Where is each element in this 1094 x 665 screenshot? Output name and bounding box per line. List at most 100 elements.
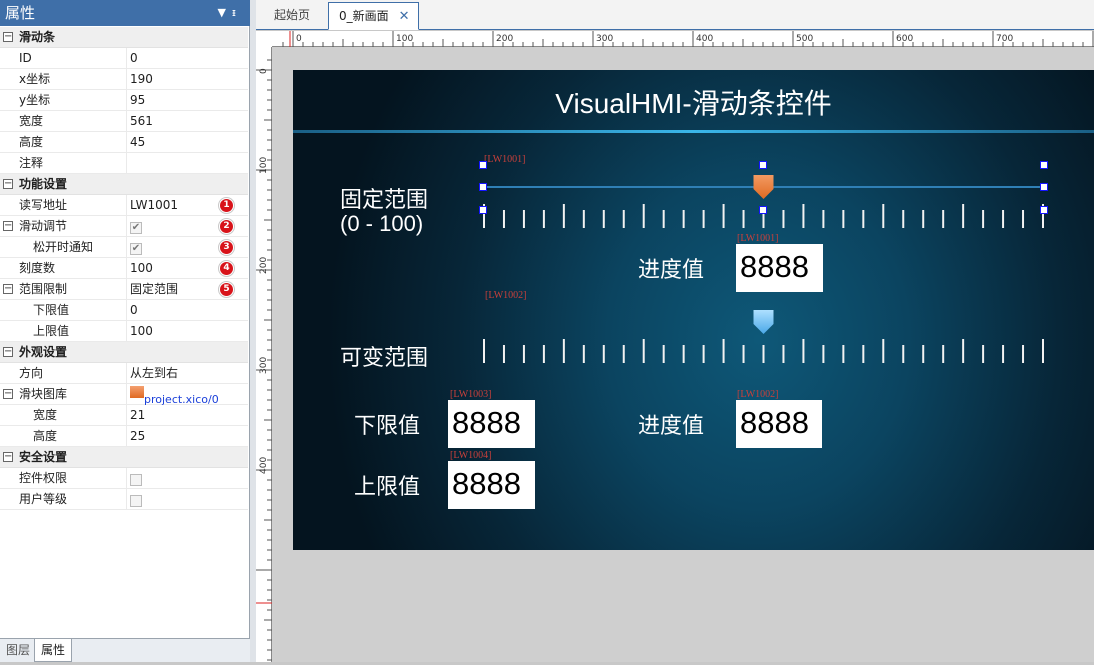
upper-limit-display[interactable]: 8888 — [448, 461, 535, 509]
ruler-label: 400 — [259, 457, 269, 474]
property-row[interactable]: 高度 25 — [0, 426, 248, 447]
number-badge: 5 — [219, 282, 234, 297]
collapse-icon[interactable]: − — [3, 284, 13, 294]
dropdown-icon[interactable]: ▼ — [217, 6, 231, 19]
selection-handle[interactable] — [1040, 161, 1048, 169]
collapse-icon[interactable]: − — [3, 347, 13, 357]
collapse-icon[interactable]: − — [3, 179, 13, 189]
hmi-screen[interactable]: VisualHMI-滑动条控件 [LW1001] 固定范围 (0 - 100) … — [293, 70, 1094, 550]
property-row[interactable]: 用户等级 ✔ — [0, 489, 248, 510]
collapse-icon[interactable]: − — [3, 452, 13, 462]
property-row[interactable]: y坐标 95 — [0, 90, 248, 111]
checkbox[interactable]: ✔ — [130, 222, 142, 234]
property-value-cell[interactable]: 561 — [126, 111, 248, 132]
slider1-label-line2: (0 - 100) — [340, 211, 424, 236]
property-row[interactable]: 刻度数 100 4 — [0, 258, 248, 279]
property-value[interactable]: 21 — [130, 408, 145, 422]
checkbox[interactable]: ✔ — [130, 495, 142, 507]
property-value-cell[interactable]: 从左到右 — [126, 363, 248, 384]
progress2-display[interactable]: 8888 — [736, 400, 822, 448]
property-name: 上限值 — [33, 324, 70, 338]
section-header[interactable]: − 安全设置 — [0, 447, 248, 468]
property-name: 滑块图库 — [19, 387, 68, 401]
close-icon[interactable]: ✕ — [399, 9, 410, 24]
property-row[interactable]: ID 0 — [0, 48, 248, 69]
property-value-cell[interactable]: 21 — [126, 405, 248, 426]
property-value-cell[interactable]: 95 — [126, 90, 248, 111]
selection-handle[interactable] — [479, 183, 487, 191]
property-row[interactable]: 注释 — [0, 153, 248, 174]
collapse-icon[interactable]: − — [3, 389, 13, 399]
property-row[interactable]: 控件权限 ✔ — [0, 468, 248, 489]
property-row[interactable]: 宽度 21 — [0, 405, 248, 426]
number-badge: 3 — [219, 240, 234, 255]
property-value[interactable]: 0 — [130, 51, 138, 65]
ruler-label: 700 — [996, 34, 1013, 44]
property-value[interactable]: 100 — [130, 324, 153, 338]
section-header[interactable]: − 功能设置 — [0, 174, 248, 195]
tab-layers[interactable]: 图层 — [0, 639, 36, 662]
tab-label: 起始页 — [274, 8, 311, 22]
property-row[interactable]: 宽度 561 — [0, 111, 248, 132]
property-row[interactable]: x坐标 190 — [0, 69, 248, 90]
property-value-cell[interactable]: ✔ — [126, 468, 248, 489]
property-value-cell[interactable] — [126, 153, 248, 174]
property-value-cell[interactable]: 190 — [126, 69, 248, 90]
slider-variable-range[interactable] — [478, 305, 1048, 365]
property-value-cell[interactable]: 0 — [126, 300, 248, 321]
property-value-cell[interactable]: 0 — [126, 48, 248, 69]
property-value[interactable]: 25 — [130, 429, 145, 443]
section-header[interactable]: − 外观设置 — [0, 342, 248, 363]
property-row[interactable]: 高度 45 — [0, 132, 248, 153]
tab-start-page[interactable]: 起始页 — [264, 2, 318, 30]
property-value-cell[interactable]: ✔ — [126, 489, 248, 510]
property-value[interactable]: 固定范围 — [130, 282, 178, 296]
ruler-corner — [256, 31, 272, 47]
selection-handle[interactable] — [1040, 183, 1048, 191]
collapse-icon[interactable]: − — [3, 32, 13, 42]
tab-new-screen[interactable]: 0_新画面 ✕ — [328, 2, 419, 30]
ruler-label: 100 — [396, 34, 413, 44]
property-row[interactable]: 下限值 0 — [0, 300, 248, 321]
property-value[interactable]: 190 — [130, 72, 153, 86]
property-value-cell[interactable]: 100 — [126, 321, 248, 342]
selection-handle[interactable] — [759, 161, 767, 169]
property-value[interactable]: 561 — [130, 114, 153, 128]
property-value[interactable]: LW1001 — [130, 198, 178, 212]
property-value[interactable]: 从左到右 — [130, 366, 178, 380]
property-row[interactable]: 方向 从左到右 — [0, 363, 248, 384]
property-row[interactable]: 松开时通知 ✔ 3 — [0, 237, 248, 258]
checkbox[interactable]: ✔ — [130, 474, 142, 486]
property-value-cell[interactable]: project.xico/0 — [126, 384, 248, 406]
property-row[interactable]: − 滑动调节 ✔ 2 — [0, 216, 248, 237]
ruler-label: 0 — [259, 68, 269, 74]
selection-handle[interactable] — [759, 206, 767, 214]
property-value[interactable]: 95 — [130, 93, 145, 107]
property-value[interactable]: 45 — [130, 135, 145, 149]
slider-thumb[interactable] — [753, 175, 774, 199]
property-row[interactable]: − 滑块图库 project.xico/0 — [0, 384, 248, 406]
tab-properties[interactable]: 属性 — [34, 639, 73, 662]
pin-icon[interactable]: ᵻ — [232, 6, 242, 19]
selection-handle[interactable] — [1040, 206, 1048, 214]
property-row[interactable]: 上限值 100 — [0, 321, 248, 342]
document-tab-bar: 起始页 0_新画面 ✕ — [256, 0, 1094, 30]
slider-fixed-range[interactable] — [478, 170, 1048, 230]
property-value[interactable]: 100 — [130, 261, 153, 275]
property-row[interactable]: 读写地址 LW1001 1 — [0, 195, 248, 216]
section-header[interactable]: − 滑动条 — [0, 27, 248, 48]
collapse-icon[interactable]: − — [3, 221, 13, 231]
progress1-display[interactable]: 8888 — [736, 244, 823, 292]
lower-limit-display[interactable]: 8888 — [448, 400, 535, 448]
ruler-label: 0 — [296, 34, 302, 44]
property-value-cell[interactable]: 45 — [126, 132, 248, 153]
checkbox[interactable]: ✔ — [130, 243, 142, 255]
property-name: y坐标 — [19, 93, 51, 107]
property-value[interactable]: 0 — [130, 303, 138, 317]
selection-handle[interactable] — [479, 161, 487, 169]
selection-handle[interactable] — [479, 206, 487, 214]
vertical-ruler-ticks: 0 100 200 300 400 — [256, 59, 272, 661]
property-row[interactable]: − 范围限制 固定范围 5 — [0, 279, 248, 300]
slider-thumb[interactable] — [753, 310, 774, 334]
property-value-cell[interactable]: 25 — [126, 426, 248, 447]
